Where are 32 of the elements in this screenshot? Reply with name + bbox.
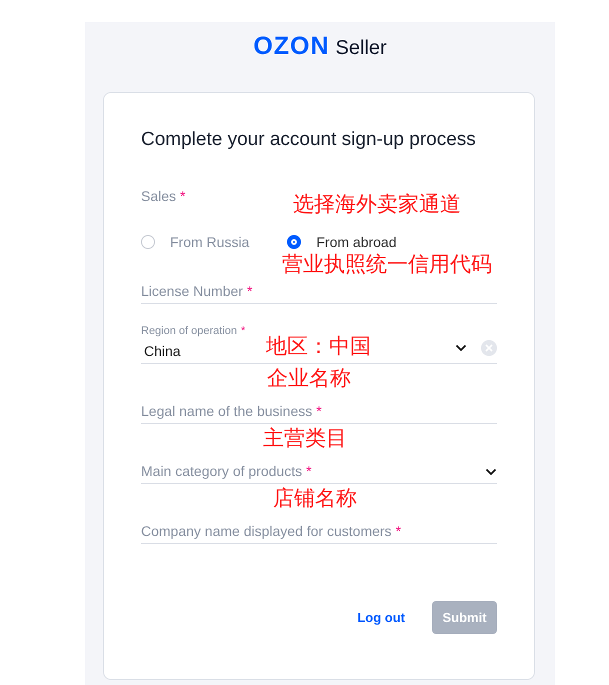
- input-field[interactable]: License Number *: [141, 283, 497, 304]
- required-mark: *: [241, 325, 246, 337]
- field-label: Legal name of the business: [141, 403, 312, 419]
- ozon-logo: OZON: [253, 32, 330, 61]
- field-label: Main category of products: [141, 463, 302, 479]
- chevron-down-icon: [485, 468, 497, 476]
- required-mark: *: [306, 463, 312, 479]
- input-field[interactable]: Legal name of the business *: [141, 403, 497, 424]
- required-mark: *: [246, 283, 252, 299]
- clear-icon[interactable]: [481, 340, 497, 356]
- logo-text: Seller: [336, 37, 387, 60]
- input-field[interactable]: Company name displayed for customers *: [141, 523, 497, 544]
- required-mark: *: [316, 403, 322, 419]
- radio-button[interactable]: [287, 235, 302, 249]
- select-field[interactable]: Main category of products *: [141, 463, 497, 484]
- form-title: Complete your account sign-up process: [141, 129, 477, 151]
- field-label: License Number: [141, 283, 243, 299]
- required-mark: *: [396, 523, 402, 539]
- field-label: Company name displayed for customers: [141, 523, 392, 539]
- radio-label[interactable]: From Russia: [170, 234, 250, 250]
- annotation-text: 主营类目: [263, 428, 347, 449]
- field-label: Sales: [141, 188, 176, 204]
- annotation-text: 营业执照统一信用代码: [282, 254, 492, 275]
- radio-label[interactable]: From abroad: [316, 234, 397, 250]
- logout-link[interactable]: Log out: [357, 610, 405, 625]
- annotation-text: 企业名称: [267, 368, 351, 389]
- required-mark: *: [180, 188, 186, 204]
- annotation-text: 地区：中国: [266, 336, 371, 357]
- chevron-down-icon: [455, 344, 467, 352]
- annotation-text: 店铺名称: [273, 488, 357, 509]
- annotation-text: 选择海外卖家通道: [293, 194, 461, 215]
- field-label: Region of operation: [141, 325, 238, 337]
